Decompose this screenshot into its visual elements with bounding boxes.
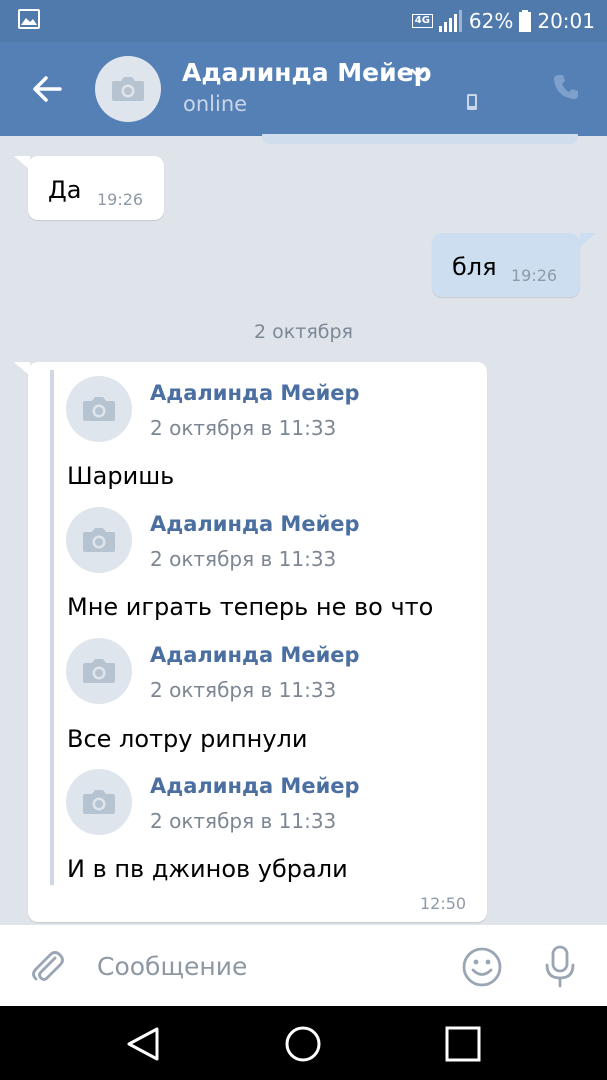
signal-icon [438, 10, 462, 32]
forwarded-date: 2 октября в 11:33 [150, 416, 337, 440]
forwarded-date: 2 октября в 11:33 [150, 809, 337, 833]
bubble-tail [580, 233, 596, 247]
chat-header: Адалинда Мейер online [0, 42, 607, 136]
date-separator: 2 октября [254, 321, 353, 343]
message-text: Да [48, 176, 82, 204]
incoming-message-bubble[interactable]: Да 19:26 [28, 156, 164, 220]
battery-percent: 62% [468, 9, 514, 33]
forwarded-author-avatar[interactable] [66, 507, 132, 573]
gallery-icon [18, 9, 40, 29]
contact-avatar[interactable] [95, 56, 161, 122]
forwarded-author-name[interactable]: Адалинда Мейер [150, 774, 360, 798]
nav-home-icon[interactable] [284, 1025, 322, 1063]
previous-message-edge [262, 134, 578, 144]
forwarded-date: 2 октября в 11:33 [150, 678, 337, 702]
forwarded-author-avatar[interactable] [66, 769, 132, 835]
nav-back-icon[interactable] [124, 1025, 162, 1063]
message-text: бля [452, 253, 497, 281]
message-time: 12:50 [420, 894, 467, 913]
outgoing-message-bubble[interactable]: бля 19:26 [432, 233, 580, 297]
message-composer [0, 924, 607, 1007]
contact-status: online [183, 92, 248, 116]
back-button[interactable] [26, 68, 68, 110]
forwarded-message-text: Шаришь [67, 462, 175, 490]
smiley-icon[interactable] [461, 946, 503, 988]
microphone-icon[interactable] [540, 945, 580, 989]
battery-icon [519, 10, 532, 32]
network-type: 4G [411, 14, 433, 28]
status-bar: 4G 62% 20:01 [0, 0, 607, 42]
camera-icon [112, 77, 144, 101]
arrow-left-icon [33, 76, 62, 102]
forwarded-author-name[interactable]: Адалинда Мейер [150, 643, 360, 667]
forwarded-message-text: И в пв джинов убрали [67, 855, 348, 883]
navigation-bar [0, 1006, 607, 1080]
forwarded-author-name[interactable]: Адалинда Мейер [150, 512, 360, 536]
forwarded-message-text: Мне играть теперь не во что [67, 593, 434, 621]
forwarded-author-avatar[interactable] [66, 376, 132, 442]
nav-recent-apps-icon[interactable] [444, 1025, 482, 1063]
camera-icon [83, 397, 115, 421]
forwarded-author-avatar[interactable] [66, 638, 132, 704]
camera-icon [83, 528, 115, 552]
phone-call-icon[interactable] [551, 72, 581, 102]
mobile-phone-icon [467, 94, 477, 110]
message-time: 19:26 [97, 190, 144, 209]
paperclip-icon[interactable] [28, 947, 68, 987]
message-input[interactable] [95, 941, 439, 991]
forwarded-message-text: Все лотру рипнули [67, 725, 308, 753]
contact-name[interactable]: Адалинда Мейер [182, 58, 431, 87]
camera-icon [83, 659, 115, 683]
message-time: 19:26 [511, 266, 558, 285]
camera-icon [83, 790, 115, 814]
forwarded-date: 2 октября в 11:33 [150, 547, 337, 571]
clock: 20:01 [537, 9, 595, 33]
forward-quote-bar [50, 370, 54, 885]
chevron-down-icon[interactable] [410, 68, 426, 78]
forwarded-author-name[interactable]: Адалинда Мейер [150, 381, 360, 405]
